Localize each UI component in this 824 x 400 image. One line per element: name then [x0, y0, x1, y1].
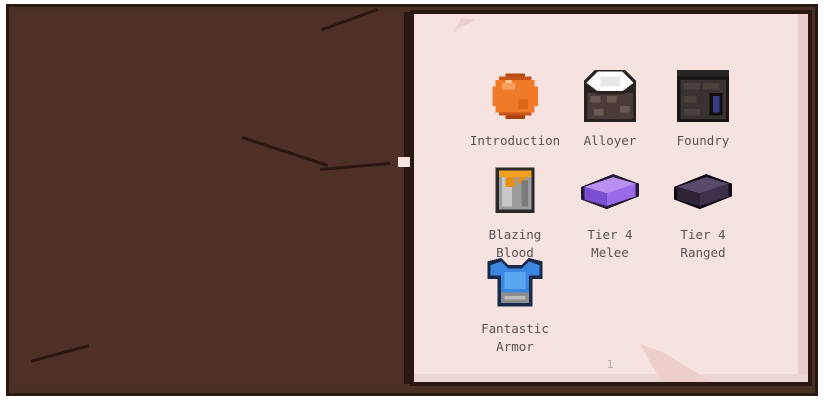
blazing-blood-bucket-icon [495, 167, 535, 213]
entry-fantastic-armor[interactable]: Fantastic Armor [463, 258, 567, 356]
entry-label: Fantastic Armor [481, 321, 549, 354]
entry-label: Blazing Blood [488, 227, 542, 260]
dark-ingot-icon [674, 174, 732, 210]
entry-blazing-blood[interactable]: Blazing Blood [463, 164, 567, 262]
page-number: 1 [606, 358, 614, 371]
entry-label: Alloyer [583, 133, 637, 148]
page-bottom-shadow [414, 374, 808, 382]
entry-label: Tier 4 Ranged [680, 227, 726, 260]
alloyer-block-icon [584, 70, 636, 122]
page-edge-shadow [798, 14, 808, 382]
purple-ingot-icon [581, 174, 639, 210]
entry-tier-4-ranged[interactable]: Tier 4 Ranged [651, 164, 755, 262]
left-cover-page [12, 14, 402, 384]
blue-chestplate-icon [487, 258, 543, 307]
orange-orb-icon [492, 73, 538, 119]
foundry-block-icon [677, 70, 729, 122]
entry-label: Tier 4 Melee [587, 227, 633, 260]
entry-foundry[interactable]: Foundry [651, 70, 755, 150]
entry-tier-4-melee[interactable]: Tier 4 Melee [558, 164, 662, 262]
entry-label: Introduction [469, 133, 561, 148]
entry-introduction[interactable]: Introduction [463, 70, 567, 150]
entry-alloyer[interactable]: Alloyer [558, 70, 662, 150]
entry-label: Foundry [676, 133, 730, 148]
bookmark-tab[interactable] [398, 157, 410, 167]
